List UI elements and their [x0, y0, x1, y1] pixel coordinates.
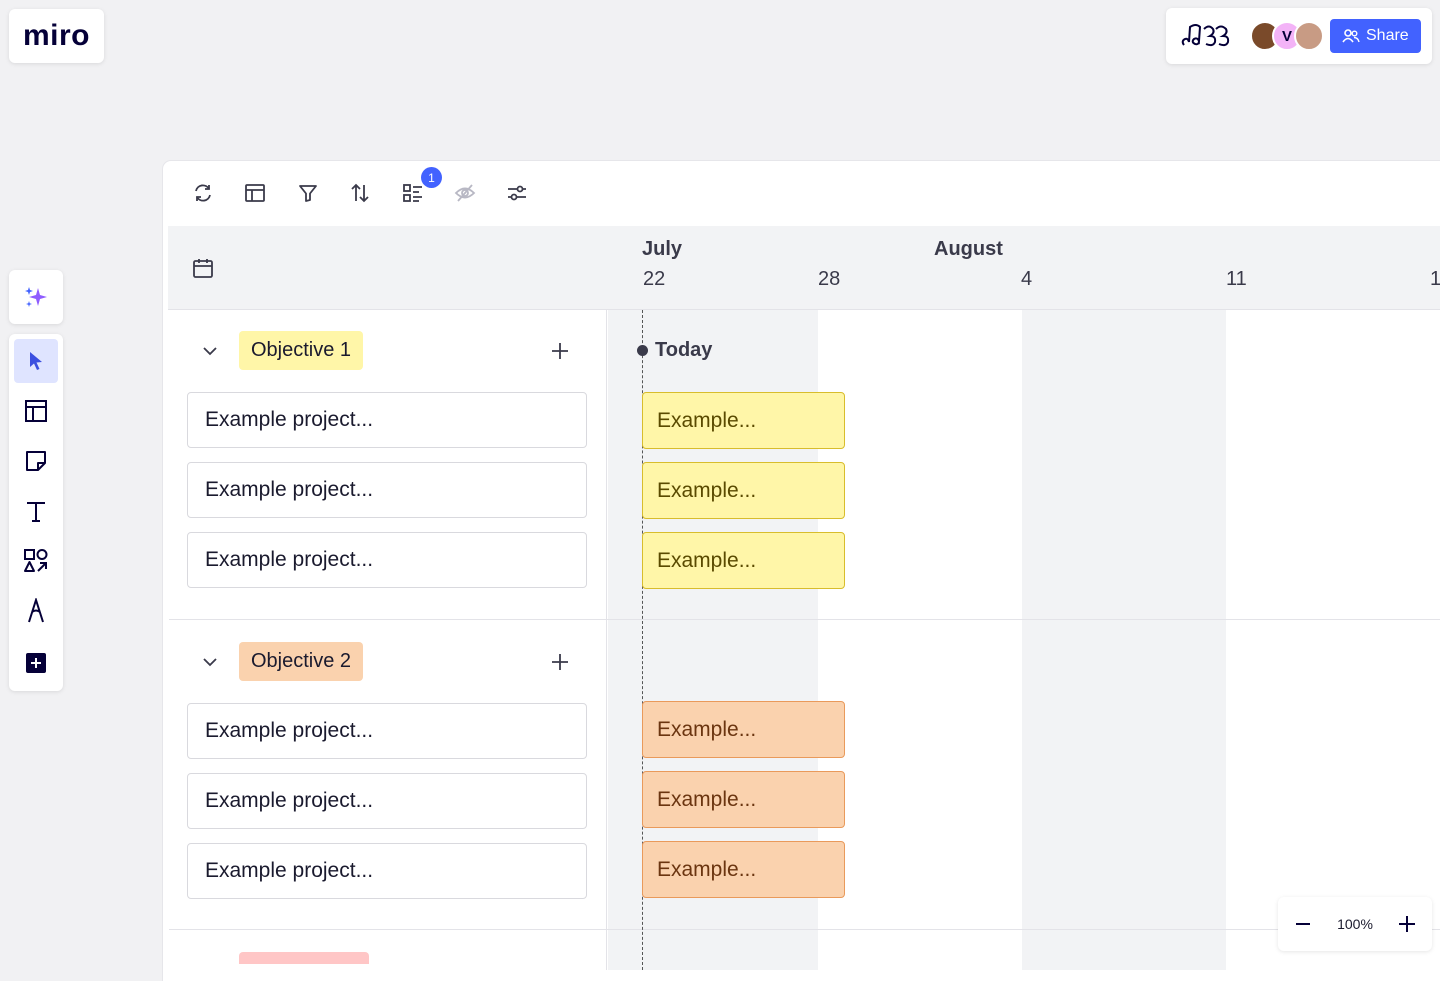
collaborator-avatars[interactable]: V	[1250, 21, 1324, 51]
row-divider	[169, 619, 1440, 620]
sliders-icon	[508, 185, 526, 201]
timeline-bar[interactable]: Example...	[642, 771, 845, 828]
collapse-objective-2[interactable]	[199, 651, 221, 673]
timeline-bar[interactable]: Example...	[642, 392, 845, 449]
timeline-bar[interactable]: Example...	[642, 532, 845, 589]
day-label: 11	[1226, 268, 1247, 290]
group-count-badge: 1	[421, 167, 442, 188]
add-project-button[interactable]	[549, 340, 571, 362]
plus-icon	[552, 343, 568, 359]
objective-tag[interactable]: Objective 1	[239, 331, 364, 370]
month-label: August	[934, 238, 1003, 260]
layout-icon	[25, 400, 47, 422]
today-label: Today	[655, 339, 713, 361]
project-card[interactable]: Example project...	[187, 703, 587, 759]
sort-icon	[351, 183, 369, 203]
today-dot	[637, 345, 648, 356]
shapes-icon	[24, 549, 48, 572]
zoom-in-icon[interactable]	[1398, 915, 1416, 933]
add-project-button[interactable]	[549, 651, 571, 673]
objective-tag-peek[interactable]	[239, 952, 369, 964]
sticky-note-icon	[26, 451, 46, 471]
avatar[interactable]	[1294, 21, 1324, 51]
select-tool[interactable]	[14, 339, 58, 383]
timeline-bar[interactable]: Example...	[642, 701, 845, 758]
date-field-button[interactable]	[189, 254, 217, 282]
templates-tool[interactable]	[14, 389, 58, 433]
zoom-controls: 100%	[1278, 897, 1432, 951]
creation-toolbar	[9, 334, 63, 691]
day-label: 1	[1430, 268, 1440, 290]
timeline-bar[interactable]: Example...	[642, 841, 845, 898]
badge-count: 1	[428, 170, 435, 185]
collapse-objective-1[interactable]	[199, 340, 221, 362]
more-tools-button[interactable]	[14, 641, 58, 685]
users-icon	[1342, 29, 1360, 43]
list-icon	[403, 184, 422, 202]
sticky-note-tool[interactable]	[14, 439, 58, 483]
reactions-icon[interactable]	[1180, 21, 1232, 51]
layout-button[interactable]	[241, 179, 269, 207]
calendar-icon	[193, 259, 213, 278]
sync-button[interactable]	[189, 179, 217, 207]
chevron-down-icon	[203, 657, 217, 666]
ai-assist-button[interactable]	[9, 270, 63, 324]
project-card[interactable]: Example project...	[187, 532, 587, 588]
project-card[interactable]: Example project...	[187, 843, 587, 899]
avatar-initial: V	[1281, 27, 1292, 45]
timeline-bar[interactable]: Example...	[642, 462, 845, 519]
logo-text: miro	[22, 19, 90, 52]
cursor-icon	[30, 352, 42, 370]
sort-button[interactable]	[346, 179, 374, 207]
day-label: 22	[643, 268, 666, 290]
timeline-header	[168, 226, 1440, 310]
layout-icon	[245, 184, 265, 202]
pen-icon	[28, 598, 44, 623]
week-band	[1022, 310, 1226, 970]
project-card[interactable]: Example project...	[187, 462, 587, 518]
add-square-icon	[26, 653, 46, 673]
project-card[interactable]: Example project...	[187, 773, 587, 829]
row-divider	[169, 929, 1440, 930]
plus-icon	[552, 654, 568, 670]
settings-button[interactable]	[503, 179, 531, 207]
day-label: 4	[1021, 268, 1033, 290]
collaboration-bar: V Share	[1166, 8, 1432, 64]
zoom-out-icon[interactable]	[1294, 915, 1312, 933]
project-card[interactable]: Example project...	[187, 392, 587, 448]
refresh-icon	[195, 184, 211, 202]
share-label: Share	[1366, 27, 1409, 44]
month-label: July	[642, 238, 683, 260]
zoom-level[interactable]: 100%	[1337, 916, 1373, 932]
shapes-tool[interactable]	[14, 539, 58, 583]
hide-fields-button[interactable]	[451, 179, 479, 207]
sparkle-icon	[25, 287, 47, 307]
miro-logo[interactable]: miro	[9, 9, 104, 63]
text-icon	[27, 502, 45, 522]
text-tool[interactable]	[14, 489, 58, 533]
day-label: 28	[818, 268, 841, 290]
filter-button[interactable]	[294, 179, 322, 207]
objective-tag[interactable]: Objective 2	[239, 642, 364, 681]
filter-icon	[299, 185, 317, 202]
pen-tool[interactable]	[14, 589, 58, 633]
chevron-down-icon	[203, 346, 217, 355]
eye-off-icon	[454, 184, 476, 202]
share-button[interactable]: Share	[1330, 19, 1421, 53]
